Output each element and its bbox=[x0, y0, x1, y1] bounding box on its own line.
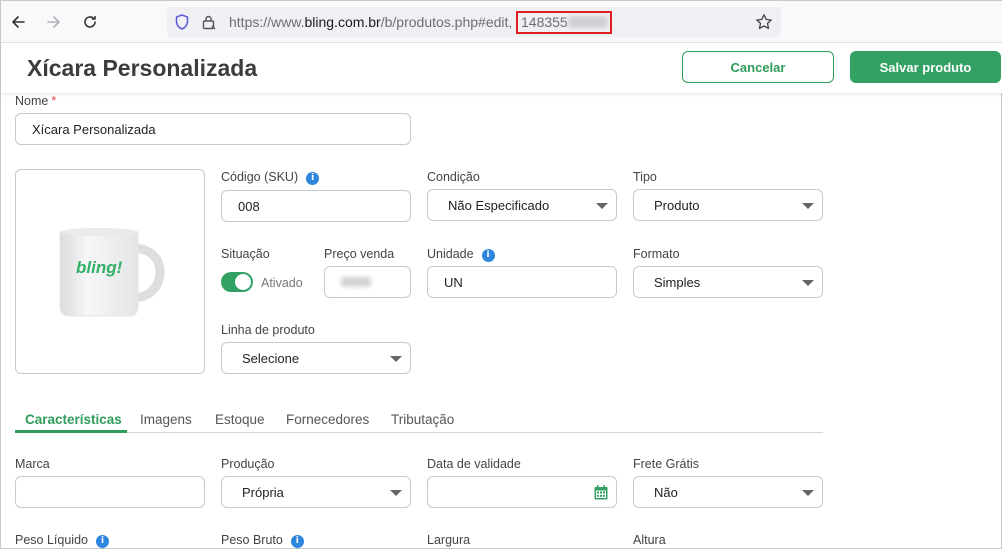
nome-label: Nome * bbox=[15, 94, 56, 108]
marca-label: Marca bbox=[15, 457, 50, 471]
chevron-down-icon bbox=[802, 203, 814, 209]
linha-value: Selecione bbox=[242, 350, 300, 366]
nome-input[interactable]: Xícara Personalizada bbox=[15, 113, 411, 145]
altura-label: Altura bbox=[633, 533, 666, 547]
info-icon[interactable]: i bbox=[95, 535, 109, 548]
browser-toolbar: https://www.bling.com.br/b/produtos.php#… bbox=[1, 1, 1002, 43]
url-prefix: https://www. bbox=[229, 14, 305, 30]
calendar-icon[interactable] bbox=[594, 485, 608, 503]
required-marker: * bbox=[51, 94, 57, 108]
preco-input[interactable] bbox=[324, 266, 411, 298]
situacao-label: Situação bbox=[221, 247, 270, 261]
page-header: Xícara Personalizada Cancelar Salvar pro… bbox=[1, 43, 1002, 93]
cancel-button[interactable]: Cancelar bbox=[682, 51, 834, 83]
sku-input[interactable]: 008 bbox=[221, 190, 411, 222]
tab-estoque[interactable]: Estoque bbox=[215, 412, 265, 427]
tipo-value: Produto bbox=[654, 197, 700, 213]
tab-tributacao[interactable]: Tributação bbox=[391, 412, 454, 427]
chevron-down-icon bbox=[802, 280, 814, 286]
peso-liquido-label: Peso Líquido i bbox=[15, 533, 109, 548]
formato-label: Formato bbox=[633, 247, 680, 261]
tipo-select[interactable]: Produto bbox=[633, 189, 823, 221]
peso-bruto-text: Peso Bruto bbox=[221, 533, 283, 547]
chevron-down-icon bbox=[390, 356, 402, 362]
nome-label-text: Nome bbox=[15, 94, 49, 108]
frete-value: Não bbox=[654, 484, 678, 500]
url-highlight-box bbox=[516, 11, 612, 34]
condicao-select[interactable]: Não Especificado bbox=[427, 189, 617, 221]
page-title: Xícara Personalizada bbox=[27, 55, 258, 81]
url-text: https://www.bling.com.br/b/produtos.php#… bbox=[229, 14, 512, 30]
info-icon[interactable]: i bbox=[290, 535, 304, 548]
bookmark-star-icon[interactable] bbox=[755, 13, 773, 36]
chevron-down-icon bbox=[390, 490, 402, 496]
redacted-price bbox=[341, 277, 371, 287]
linha-select[interactable]: Selecione bbox=[221, 342, 411, 374]
frete-label: Frete Grátis bbox=[633, 457, 699, 471]
url-host: bling.com.br bbox=[304, 14, 381, 30]
unidade-input[interactable]: UN bbox=[427, 266, 617, 298]
producao-value: Própria bbox=[242, 484, 284, 500]
address-bar[interactable]: https://www.bling.com.br/b/produtos.php#… bbox=[167, 7, 781, 37]
condicao-value: Não Especificado bbox=[448, 197, 550, 213]
forward-arrow-icon[interactable] bbox=[43, 11, 65, 33]
condicao-label: Condição bbox=[427, 170, 480, 184]
save-product-button[interactable]: Salvar produto bbox=[850, 51, 1001, 83]
linha-label: Linha de produto bbox=[221, 323, 315, 337]
producao-select[interactable]: Própria bbox=[221, 476, 411, 508]
chevron-down-icon bbox=[802, 490, 814, 496]
chevron-down-icon bbox=[596, 203, 608, 209]
peso-bruto-label: Peso Bruto i bbox=[221, 533, 304, 548]
sku-label-text: Código (SKU) bbox=[221, 170, 299, 184]
reload-icon[interactable] bbox=[79, 11, 101, 33]
toggle-knob bbox=[235, 274, 251, 290]
frete-select[interactable]: Não bbox=[633, 476, 823, 508]
validade-label: Data de validade bbox=[427, 457, 521, 471]
url-path: /b/produtos.php#edit, bbox=[380, 14, 513, 30]
preco-label: Preço venda bbox=[324, 247, 395, 261]
product-image[interactable]: bling! bbox=[15, 169, 205, 374]
situacao-status: Ativado bbox=[261, 276, 303, 290]
situacao-toggle[interactable] bbox=[221, 272, 253, 292]
active-tab-indicator bbox=[15, 430, 127, 433]
formato-select[interactable]: Simples bbox=[633, 266, 823, 298]
info-icon[interactable]: i bbox=[481, 249, 495, 262]
tipo-label: Tipo bbox=[633, 170, 657, 184]
formato-value: Simples bbox=[654, 274, 701, 290]
unidade-label: Unidade i bbox=[427, 247, 495, 262]
producao-label: Produção bbox=[221, 457, 275, 471]
tab-caracteristicas[interactable]: Características bbox=[25, 412, 122, 427]
validade-input[interactable] bbox=[427, 476, 617, 508]
back-arrow-icon[interactable] bbox=[7, 11, 29, 33]
info-icon[interactable]: i bbox=[306, 172, 320, 185]
bling-logo: bling! bbox=[76, 258, 123, 277]
tab-imagens[interactable]: Imagens bbox=[140, 412, 192, 427]
sku-label: Código (SKU) i bbox=[221, 170, 320, 185]
tab-fornecedores[interactable]: Fornecedores bbox=[286, 412, 369, 427]
product-tabs: Características Imagens Estoque Forneced… bbox=[15, 409, 823, 433]
lock-icon[interactable] bbox=[201, 14, 217, 35]
marca-input[interactable] bbox=[15, 476, 205, 508]
peso-liquido-text: Peso Líquido bbox=[15, 533, 88, 547]
shield-icon[interactable] bbox=[175, 14, 189, 35]
largura-label: Largura bbox=[427, 533, 471, 547]
unidade-label-text: Unidade bbox=[427, 247, 474, 261]
